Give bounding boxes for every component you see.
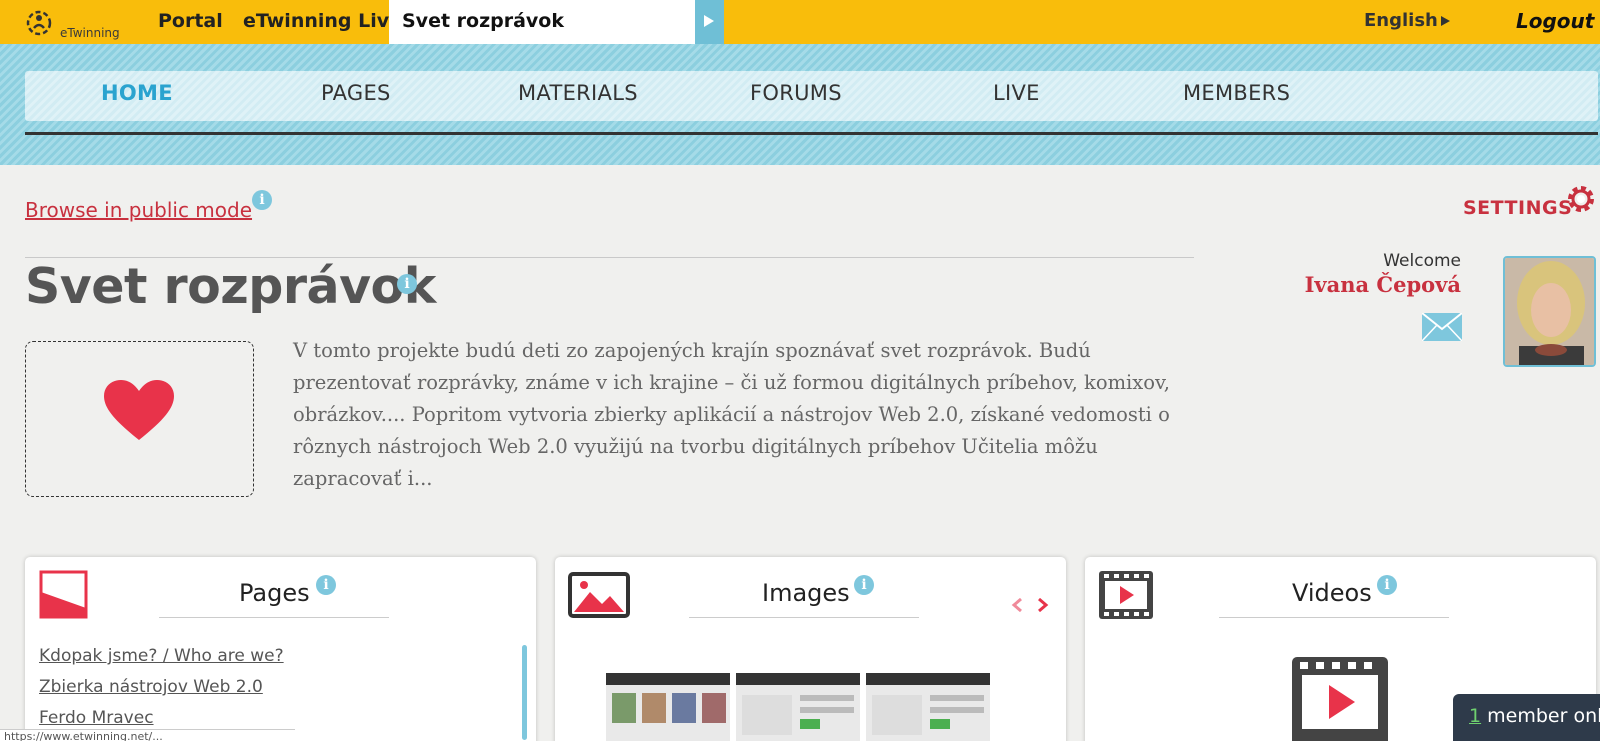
logo-text: eTwinning	[60, 26, 120, 40]
etwinning-logo[interactable]: eTwinning	[24, 4, 134, 42]
nav-forums[interactable]: FORUMS	[750, 81, 842, 105]
pages-icon	[39, 570, 88, 619]
browser-status-bar: https://www.etwinning.net/...	[0, 729, 295, 741]
language-selector[interactable]: English	[1364, 10, 1438, 31]
videos-icon	[1099, 571, 1153, 619]
language-arrow-icon[interactable]	[1441, 16, 1450, 26]
project-tab-label: Svet rozprávok	[402, 10, 565, 32]
project-logo	[25, 341, 254, 497]
title-info-icon[interactable]: i	[397, 274, 417, 294]
nav-pages[interactable]: PAGES	[321, 81, 391, 105]
images-title-divider	[689, 617, 919, 618]
pages-card: Pages i Kdopak jsme? / Who are we? Zbier…	[25, 557, 536, 741]
members-online-widget[interactable]: 1 member onl	[1453, 694, 1600, 741]
project-switch-button[interactable]	[695, 0, 724, 44]
online-count[interactable]: 1	[1469, 705, 1481, 727]
next-arrow-icon[interactable]	[1037, 598, 1049, 612]
avatar[interactable]	[1503, 256, 1596, 367]
username-link[interactable]: Ivana Čepová	[1270, 272, 1461, 297]
welcome-label: Welcome	[1383, 251, 1461, 271]
etwinning-logo-icon	[26, 10, 52, 36]
videos-card-title: Videos	[1292, 579, 1372, 607]
nav-members[interactable]: MEMBERS	[1183, 81, 1290, 105]
pages-title-divider	[159, 617, 389, 618]
image-thumbnail[interactable]	[606, 673, 730, 741]
user-photo	[1505, 258, 1594, 365]
nav-home[interactable]: HOME	[101, 81, 173, 105]
pages-card-title: Pages	[239, 579, 310, 607]
prev-arrow-icon[interactable]	[1011, 598, 1023, 612]
browse-public-mode-link[interactable]: Browse in public mode	[25, 198, 252, 222]
project-description: V tomto projekte budú deti zo zapojených…	[293, 339, 1170, 490]
images-card-title: Images	[762, 579, 850, 607]
heart-icon	[104, 380, 174, 440]
project-tab[interactable]: Svet rozprávok	[389, 0, 695, 44]
play-arrow-icon	[704, 15, 714, 27]
image-thumbnail[interactable]	[866, 673, 990, 741]
pages-scrollbar[interactable]	[522, 645, 527, 740]
pages-info-icon[interactable]: i	[316, 575, 336, 595]
page-link-web20-tools[interactable]: Zbierka nástrojov Web 2.0	[39, 677, 263, 697]
page-title: Svet rozprávok	[25, 258, 436, 315]
image-thumbnail[interactable]	[736, 673, 860, 741]
nav-divider	[25, 132, 1598, 135]
online-label: member onl	[1481, 705, 1600, 727]
videos-title-divider	[1219, 617, 1449, 618]
page-link-who-are-we[interactable]: Kdopak jsme? / Who are we?	[39, 646, 284, 666]
video-placeholder-icon[interactable]	[1292, 657, 1388, 741]
images-card: Images i	[555, 557, 1066, 741]
images-icon	[568, 572, 630, 618]
top-bar: eTwinning Portal eTwinning Live Svet roz…	[0, 0, 1600, 44]
settings-link[interactable]: SETTINGS	[1463, 197, 1572, 219]
nav-materials[interactable]: MATERIALS	[518, 81, 638, 105]
info-icon[interactable]: i	[252, 190, 272, 210]
page-link-ferdo-mravec[interactable]: Ferdo Mravec	[39, 708, 154, 728]
gear-icon[interactable]	[1566, 184, 1596, 214]
images-info-icon[interactable]: i	[854, 575, 874, 595]
nav-band: HOME PAGES MATERIALS FORUMS LIVE MEMBERS	[0, 44, 1600, 165]
mail-icon[interactable]	[1422, 313, 1462, 341]
nav-live[interactable]: LIVE	[993, 81, 1040, 105]
portal-link[interactable]: Portal	[158, 10, 223, 32]
logout-link[interactable]: Logout	[1516, 9, 1594, 33]
etwinning-live-link[interactable]: eTwinning Live	[243, 10, 402, 32]
videos-info-icon[interactable]: i	[1377, 575, 1397, 595]
